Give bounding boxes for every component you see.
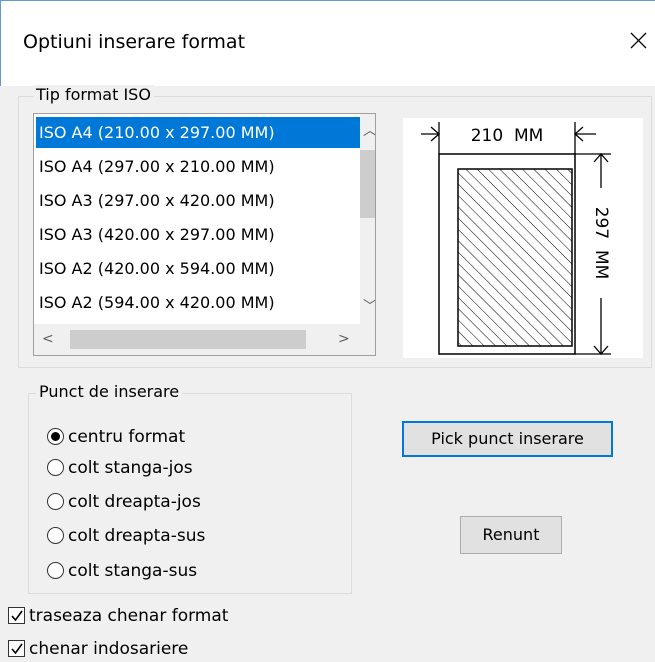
scroll-up-icon[interactable]: ︿ [363,124,375,138]
radio-label: centru format [68,427,186,447]
checkmark-icon [11,610,23,622]
preview-height-label: 297 MM [591,207,611,280]
scroll-down-icon[interactable]: ﹀ [363,300,375,314]
scroll-right-icon[interactable]: > [338,332,350,346]
radio-label: colt dreapta-jos [68,492,201,512]
radio-label: colt dreapta-sus [68,526,206,546]
checkbox-box[interactable] [8,640,25,657]
radio-circle[interactable] [47,527,64,544]
checkbox-label: chenar indosariere [29,639,189,659]
list-item[interactable]: ISO A2 (594.00 x 420.00 MM) [36,287,360,318]
checkmark-icon [11,643,23,655]
checkbox-label: traseaza chenar format [29,606,229,626]
radio-label: colt stanga-jos [68,458,193,478]
vertical-scrollbar[interactable]: ︿ ﹀ [360,114,375,324]
window-title: Optiuni inserare format [23,31,246,53]
radio-circle[interactable] [47,562,64,579]
list-item[interactable]: ISO A4 (297.00 x 210.00 MM) [36,151,360,182]
list-item[interactable]: ISO A4 (210.00 x 297.00 MM) [36,117,360,148]
radio-label: colt stanga-sus [68,561,198,581]
close-button[interactable] [621,21,655,61]
horizontal-scrollbar[interactable]: < > [34,324,360,355]
horizontal-scroll-thumb[interactable] [70,330,306,349]
list-item[interactable]: ISO A3 (297.00 x 420.00 MM) [36,185,360,216]
title-bar: Optiuni inserare format [0,0,655,86]
format-group-label: Tip format ISO [33,85,154,104]
checkbox-box[interactable] [8,607,25,624]
radio-selected-dot [51,432,60,441]
scrollbar-corner [360,324,375,355]
radio-circle[interactable] [47,459,64,476]
insert-point-group-label: Punct de inserare [36,382,183,401]
cancel-button[interactable]: Renunt [460,516,562,554]
format-preview-drawing: 210 MM 297 MM [421,122,611,355]
pick-insert-point-button[interactable]: Pick punct inserare [402,421,613,457]
list-item[interactable]: ISO A3 (420.00 x 297.00 MM) [36,219,360,250]
radio-circle[interactable] [47,428,64,445]
preview-width-label: 210 MM [471,126,544,146]
format-listbox[interactable]: ISO A4 (210.00 x 297.00 MM) ISO A4 (297.… [33,113,376,356]
list-item[interactable]: ISO A2 (420.00 x 594.00 MM) [36,253,360,284]
vertical-scroll-thumb[interactable] [360,150,375,218]
format-preview: 210 MM 297 MM [403,118,643,358]
scroll-left-icon[interactable]: < [42,332,54,346]
close-icon [630,32,647,49]
radio-circle[interactable] [47,493,64,510]
